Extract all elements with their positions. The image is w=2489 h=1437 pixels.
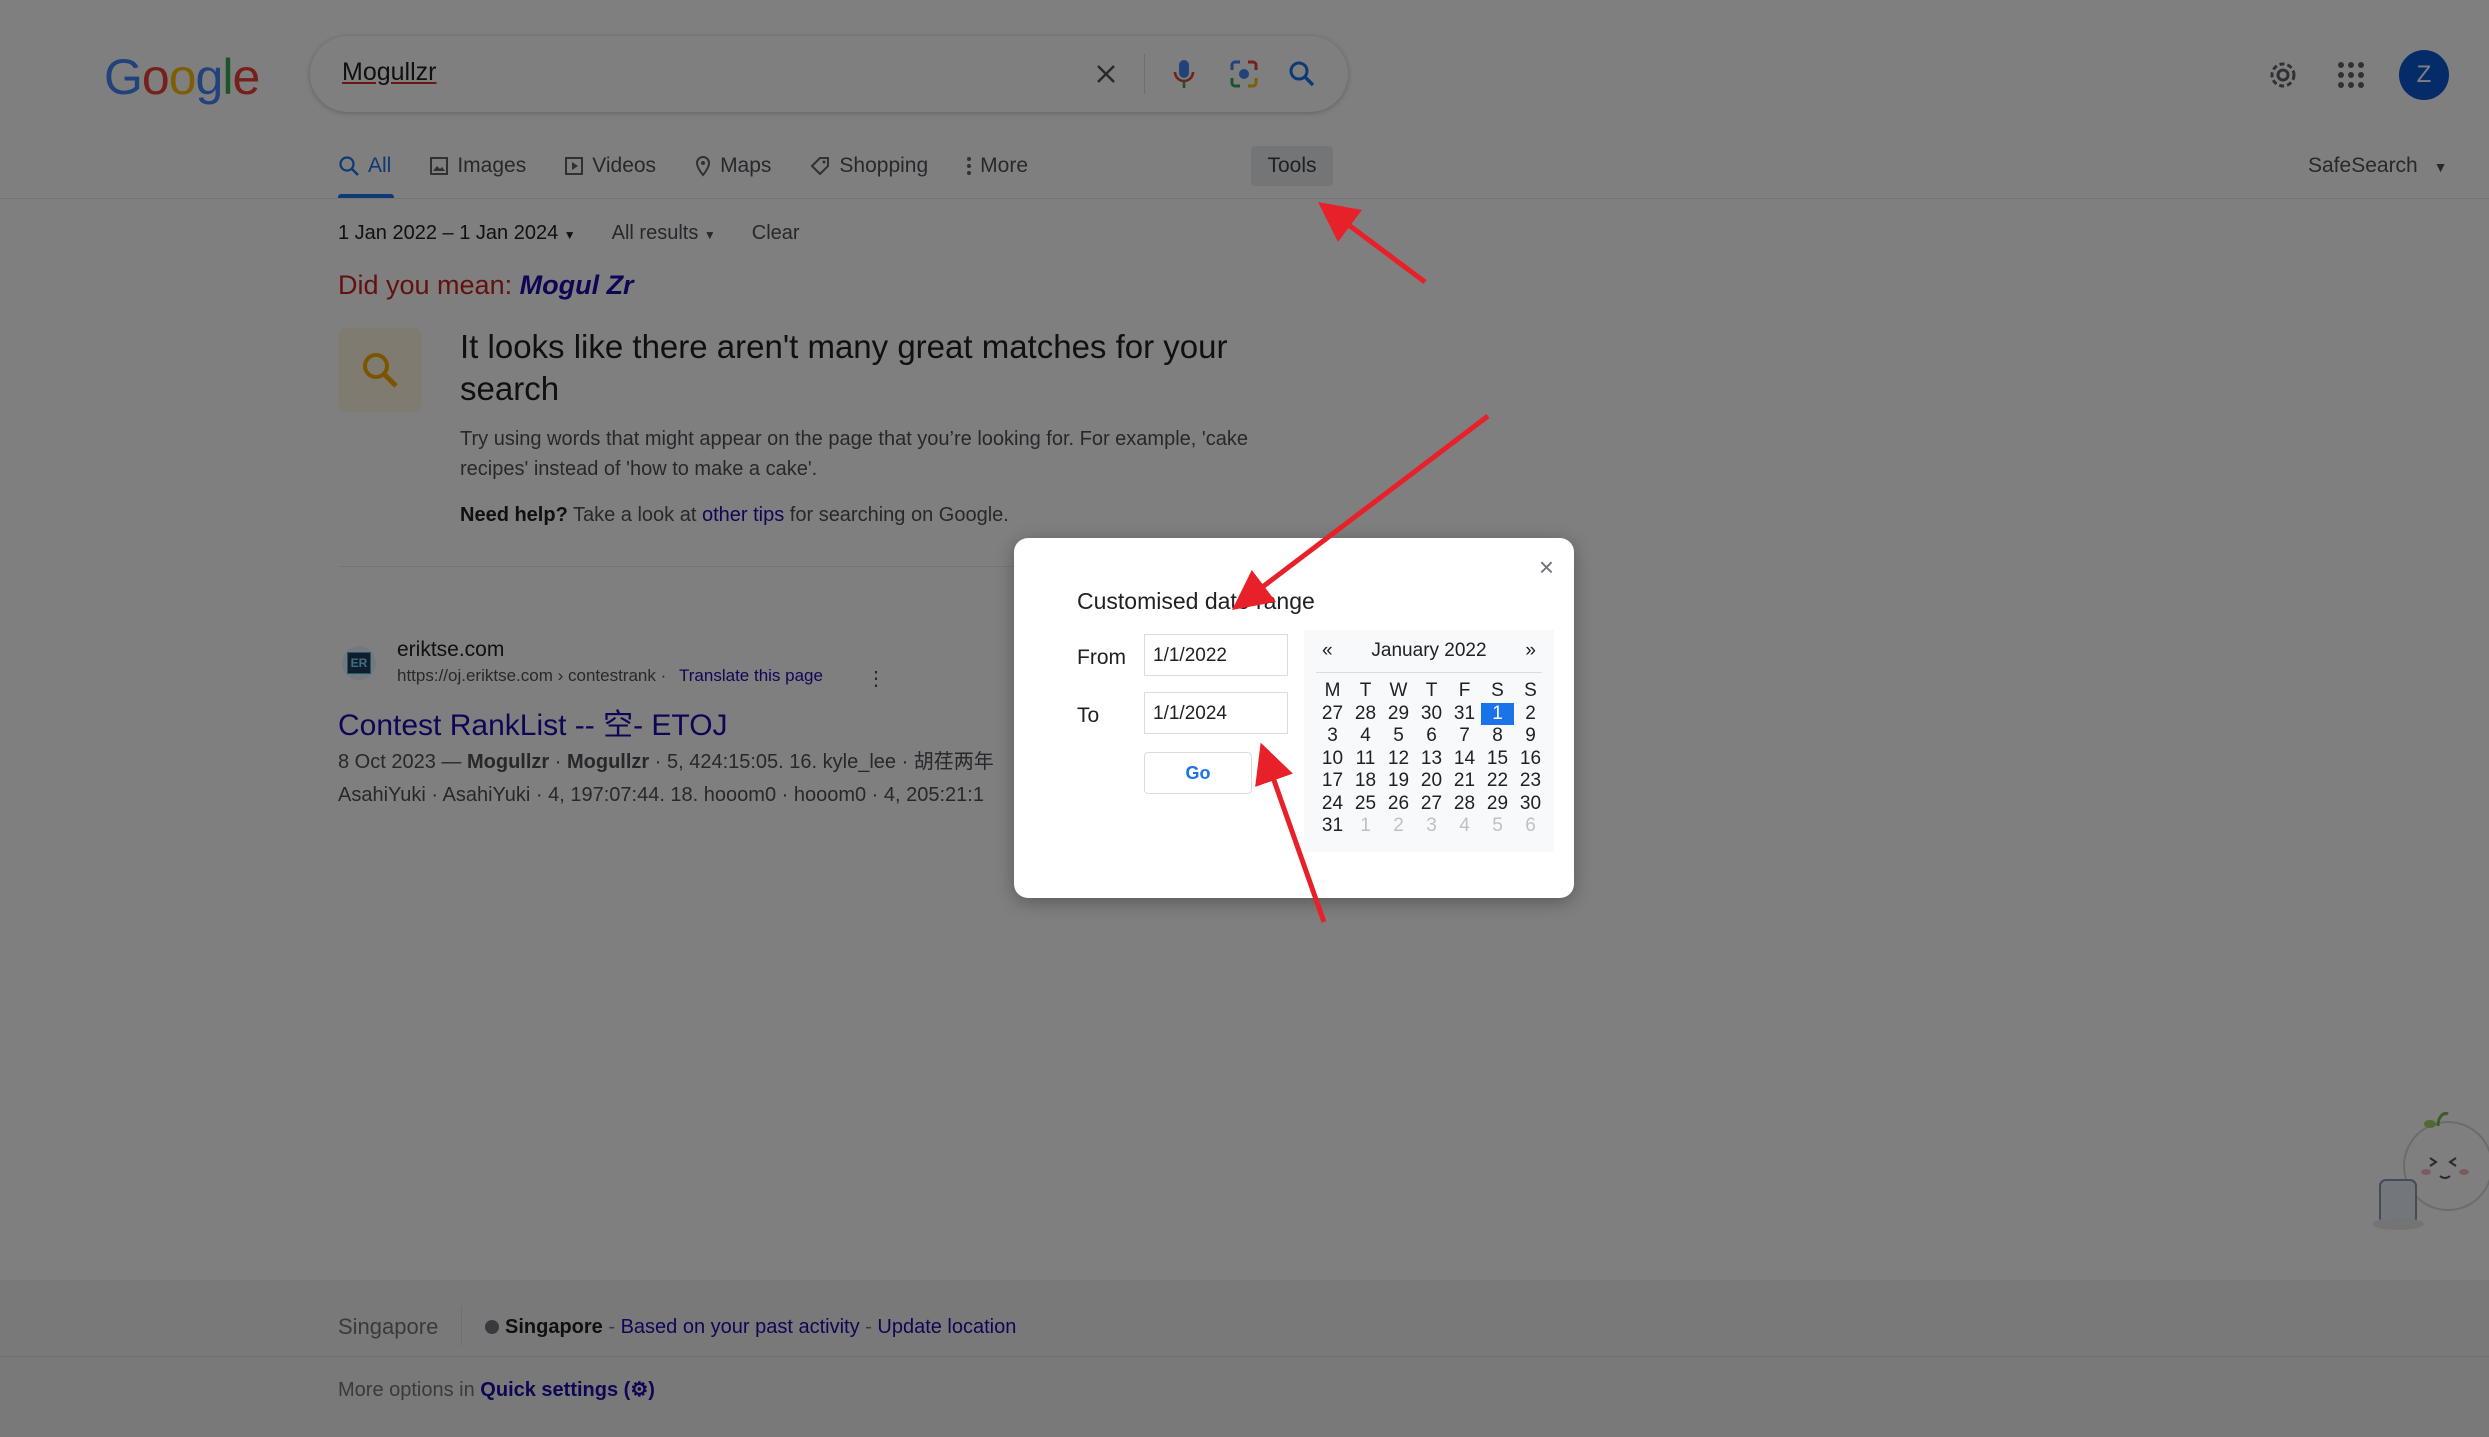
calendar-day-selected[interactable]: 1 [1481,702,1514,725]
calendar-day[interactable]: 16 [1514,748,1547,771]
calendar-divider [1316,672,1542,673]
calendar-day[interactable]: 24 [1316,793,1349,816]
calendar-day[interactable]: 18 [1349,770,1382,793]
calendar-day[interactable]: 25 [1349,793,1382,816]
dialog-title: Customised date range [1077,588,1315,614]
calendar-day[interactable]: 30 [1514,793,1547,816]
calendar-day[interactable]: 23 [1514,770,1547,793]
calendar-day[interactable]: 3 [1415,815,1448,838]
calendar-day[interactable]: 6 [1514,815,1547,838]
calendar-day[interactable]: 21 [1448,770,1481,793]
from-label: From [1077,646,1126,669]
calendar-day[interactable]: 30 [1415,703,1448,726]
calendar-day[interactable]: 17 [1316,770,1349,793]
calendar-day[interactable]: 31 [1316,815,1349,838]
calendar-day[interactable]: 8 [1481,725,1514,748]
weekday-header: F [1458,680,1471,701]
calendar-day[interactable]: 27 [1415,793,1448,816]
calendar-day[interactable]: 9 [1514,725,1547,748]
calendar-day[interactable]: 6 [1415,725,1448,748]
calendar-day[interactable]: 29 [1481,793,1514,816]
next-month-button[interactable]: » [1525,640,1536,662]
calendar-day[interactable]: 29 [1382,703,1415,726]
weekday-header: S [1524,680,1537,701]
calendar-day[interactable]: 5 [1382,725,1415,748]
calendar-day[interactable]: 19 [1382,770,1415,793]
weekday-header: S [1491,680,1504,701]
calendar-day[interactable]: 1 [1349,815,1382,838]
calendar-day[interactable]: 28 [1349,703,1382,726]
weekday-header: W [1389,680,1408,701]
calendar-day[interactable]: 5 [1481,815,1514,838]
calendar-day[interactable]: 20 [1415,770,1448,793]
calendar-month: January 2022 [1371,640,1487,661]
calendar-day[interactable]: 4 [1448,815,1481,838]
calendar-grid: M T W T F S S 27 28 29 30 31 1 2 3 4 5 6 7 8 9 10 11 12 13 14 15 16… [1316,680,1546,838]
custom-date-range-dialog: × Customised date range From 1/1/2022 To… [1014,538,1574,898]
close-icon[interactable]: × [1539,552,1554,583]
calendar-day[interactable]: 2 [1382,815,1415,838]
calendar-day[interactable]: 12 [1382,748,1415,771]
calendar: « January 2022 » M T W T F S S 27 28 29 30 31 1 2 3 4 5 6… [1304,630,1554,852]
go-button[interactable]: Go [1144,752,1252,794]
calendar-day[interactable]: 13 [1415,748,1448,771]
calendar-header: « January 2022 » [1304,640,1554,666]
calendar-day[interactable]: 15 [1481,748,1514,771]
from-date-input[interactable]: 1/1/2022 [1144,634,1288,676]
calendar-day[interactable]: 10 [1316,748,1349,771]
calendar-day[interactable]: 7 [1448,725,1481,748]
calendar-day[interactable]: 2 [1514,703,1547,726]
calendar-day[interactable]: 31 [1448,703,1481,726]
weekday-header: T [1359,680,1372,701]
search-results-page: Google Mogullzr Z All Images [0,0,2489,1437]
calendar-day[interactable]: 22 [1481,770,1514,793]
calendar-day[interactable]: 26 [1382,793,1415,816]
calendar-day[interactable]: 11 [1349,748,1382,771]
calendar-day[interactable]: 4 [1349,725,1382,748]
weekday-header: T [1425,680,1438,701]
weekday-header: M [1324,680,1341,701]
calendar-day[interactable]: 27 [1316,703,1349,726]
to-label: To [1077,704,1100,727]
calendar-day[interactable]: 3 [1316,725,1349,748]
calendar-day[interactable]: 14 [1448,748,1481,771]
to-date-input[interactable]: 1/1/2024 [1144,692,1288,734]
calendar-day[interactable]: 28 [1448,793,1481,816]
